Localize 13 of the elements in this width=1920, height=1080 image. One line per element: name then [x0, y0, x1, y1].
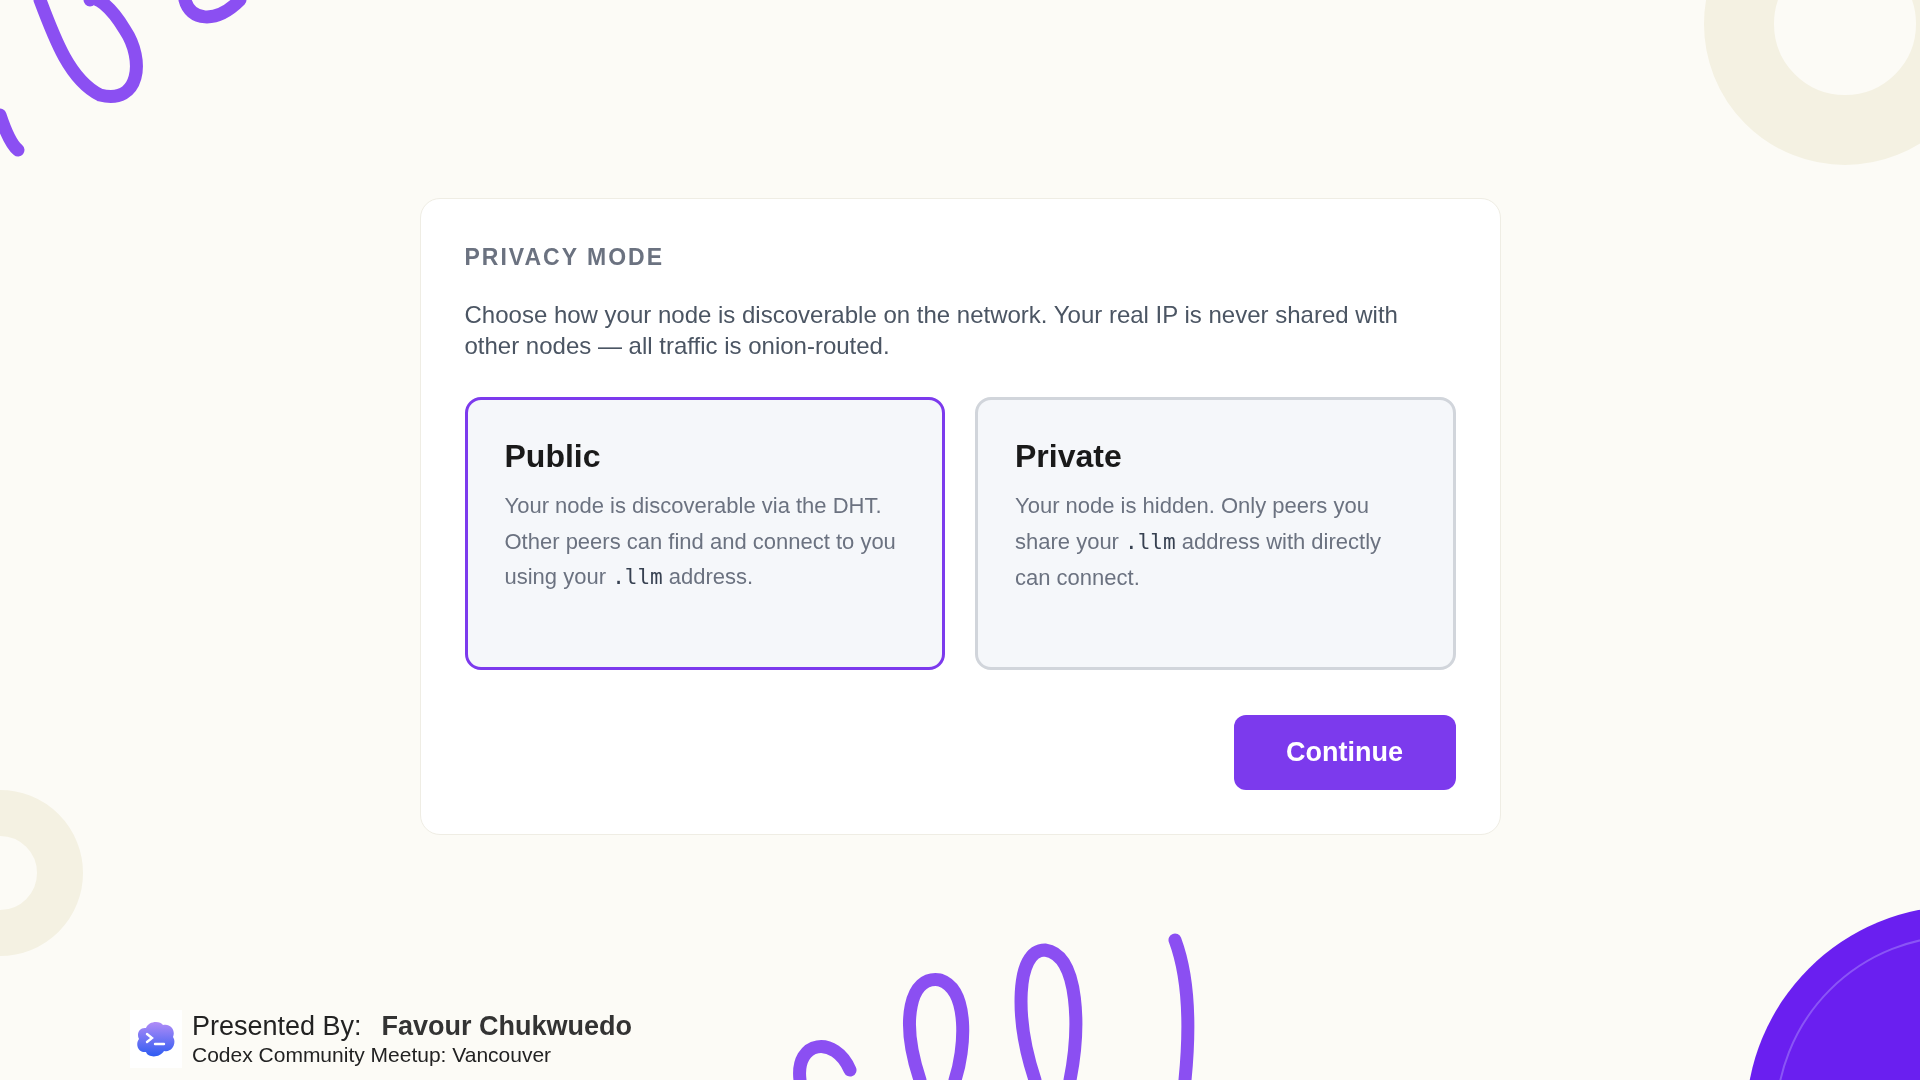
presenter-label: Presented By:: [192, 1010, 362, 1042]
option-description: Your node is discoverable via the DHT. Other peers can find and connect to you using your .llm address.: [504, 492, 897, 591]
continue-button[interactable]: Continue: [1233, 715, 1456, 790]
option-description: Your node is hidden. Only peers you share your .llm address with directly can connect.: [1015, 492, 1383, 592]
terminal-cloud-icon: [130, 1010, 182, 1068]
option-title: Public: [504, 437, 602, 476]
option-card[interactable]: Private Your node is hidden. Only peers you share your .llm address with directly can connect.: [975, 397, 1456, 670]
intro-text: Choose how your node is discoverable on the network. Your real IP is never shared with other nodes — all traffic is onion-routed.: [464, 300, 1399, 361]
event-name: Codex Community Meetup: Vancouver: [192, 1042, 553, 1068]
option-title: Private: [1015, 437, 1123, 476]
presenter-name: Favour Chukwuedo: [381, 1010, 633, 1042]
section-heading: PRIVACY MODE: [464, 243, 665, 271]
option-card[interactable]: Public Your node is discoverable via the DHT. Other peers can find and connect to you using your .llm address.: [464, 397, 945, 670]
